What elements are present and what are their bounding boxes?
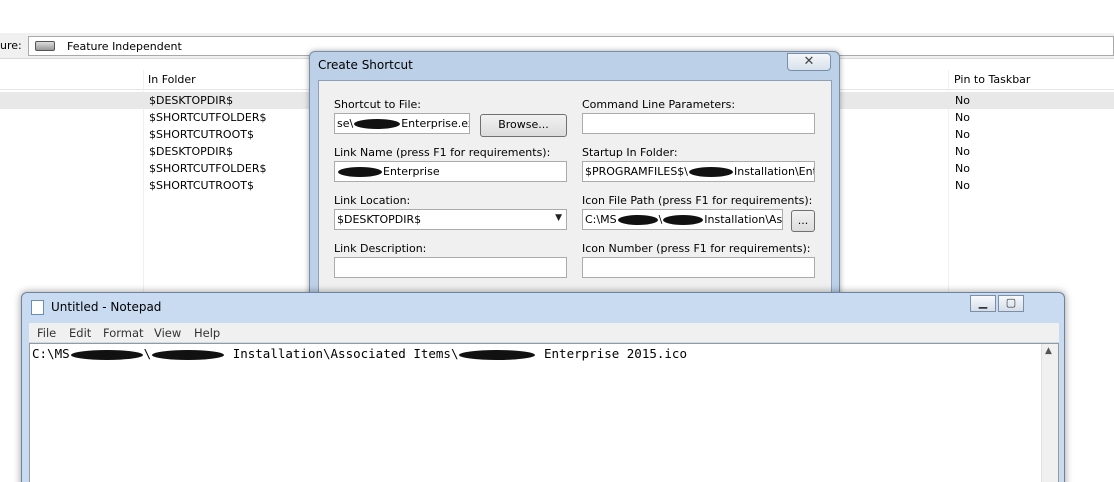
pin-cell: No — [955, 94, 970, 107]
feature-label: ure: — [0, 39, 22, 52]
in-folder-cell: $SHORTCUTROOT$ — [149, 128, 254, 141]
menu-bar: File Edit Format View Help — [29, 323, 1059, 342]
link-location-label: Link Location: — [334, 194, 411, 207]
link-description-input[interactable] — [334, 257, 567, 278]
redacted-mark — [459, 349, 536, 360]
redacted-mark — [663, 215, 704, 225]
maximize-button[interactable]: ▢ — [998, 295, 1024, 312]
link-name-suffix: Enterprise — [383, 165, 440, 178]
redacted-mark — [617, 215, 658, 225]
shortcut-to-file-label: Shortcut to File: — [334, 98, 422, 111]
icon-browse-button[interactable]: ... — [791, 210, 815, 232]
startup-folder-input[interactable]: $PROGRAMFILES$\ Installation\Enterp — [582, 161, 815, 182]
create-shortcut-dialog: Create Shortcut ✕ Shortcut to File: se\ E… — [309, 51, 840, 311]
link-location-select[interactable]: $DESKTOPDIR$ ▼ — [334, 209, 567, 230]
menu-edit[interactable]: Edit — [69, 326, 91, 340]
text-separator: \ — [143, 346, 152, 361]
scroll-up-icon[interactable]: ▲ — [1045, 346, 1052, 356]
in-folder-cell: $DESKTOPDIR$ — [149, 145, 234, 158]
icon-number-label: Icon Number (press F1 for requirements): — [582, 242, 811, 255]
text-editor[interactable]: C:\MS \ Installation\Associated Items\ En… — [29, 343, 1059, 482]
editor-text: C:\MS \ Installation\Associated Items\ En… — [32, 346, 687, 361]
menu-view[interactable]: View — [154, 326, 181, 340]
minimize-icon: ▁ — [978, 296, 988, 309]
chevron-down-icon: ▼ — [555, 213, 562, 223]
dialog-title: Create Shortcut — [318, 58, 413, 72]
vertical-scrollbar[interactable]: ▲ — [1041, 344, 1058, 482]
pin-cell: No — [955, 111, 970, 124]
link-name-input[interactable]: Enterprise — [334, 161, 567, 182]
shortcut-path-suffix: Enterprise.exe — [401, 117, 469, 130]
icon-path-prefix: C:\MS — [585, 213, 617, 226]
icon-number-input[interactable] — [582, 257, 815, 278]
startup-folder-label: Startup In Folder: — [582, 146, 678, 159]
redacted-mark — [338, 167, 382, 177]
close-button[interactable]: ✕ — [787, 53, 831, 71]
command-line-label: Command Line Parameters: — [582, 98, 736, 111]
menu-help[interactable]: Help — [194, 326, 220, 340]
menu-format[interactable]: Format — [103, 326, 144, 340]
in-folder-cell: $SHORTCUTFOLDER$ — [149, 162, 267, 175]
text-suffix: Enterprise 2015.ico — [536, 346, 687, 361]
link-description-label: Link Description: — [334, 242, 427, 255]
startup-prefix: $PROGRAMFILES$\ — [585, 165, 689, 178]
pin-cell: No — [955, 162, 970, 175]
pin-cell: No — [955, 179, 970, 192]
column-header-in-folder[interactable]: In Folder — [148, 73, 196, 86]
shortcut-to-file-input[interactable]: se\ Enterprise.exe — [334, 113, 470, 134]
in-folder-cell: $DESKTOPDIR$ — [149, 94, 234, 107]
link-name-label: Link Name (press F1 for requirements): — [334, 146, 551, 159]
redacted-mark — [152, 349, 225, 360]
redacted-mark — [689, 167, 734, 177]
notepad-icon — [31, 300, 44, 315]
notepad-title: Untitled - Notepad — [51, 300, 162, 314]
feature-value: Feature Independent — [67, 40, 182, 53]
in-folder-cell: $SHORTCUTFOLDER$ — [149, 111, 267, 124]
pin-cell: No — [955, 145, 970, 158]
text-prefix: C:\MS — [32, 346, 70, 361]
pin-cell: No — [955, 128, 970, 141]
minimize-button[interactable]: ▁ — [970, 295, 996, 312]
browse-button[interactable]: Browse... — [480, 114, 567, 137]
column-header-pin-to-taskbar[interactable]: Pin to Taskbar — [954, 73, 1030, 86]
shortcut-path-prefix: se\ — [337, 117, 354, 130]
startup-suffix: Installation\Enterp — [734, 165, 814, 178]
maximize-icon: ▢ — [1005, 296, 1017, 309]
redacted-mark — [70, 349, 143, 360]
icon-file-path-input[interactable]: C:\MS \ Installation\Ass — [582, 209, 783, 230]
notepad-window: Untitled - Notepad ▁ ▢ File Edit Format … — [21, 292, 1065, 482]
feature-icon — [35, 41, 55, 51]
link-location-value: $DESKTOPDIR$ — [337, 213, 422, 226]
dialog-body: Shortcut to File: se\ Enterprise.exe Brow… — [318, 80, 832, 310]
icon-path-suffix: Installation\Ass — [704, 213, 783, 226]
menu-file[interactable]: File — [37, 326, 56, 340]
close-icon: ✕ — [803, 54, 815, 69]
in-folder-cell: $SHORTCUTROOT$ — [149, 179, 254, 192]
icon-path-middle: \ — [658, 213, 663, 226]
command-line-input[interactable] — [582, 113, 815, 134]
redacted-mark — [354, 119, 401, 129]
icon-file-path-label: Icon File Path (press F1 for requirement… — [582, 194, 813, 207]
text-middle: Installation\Associated Items\ — [225, 346, 459, 361]
